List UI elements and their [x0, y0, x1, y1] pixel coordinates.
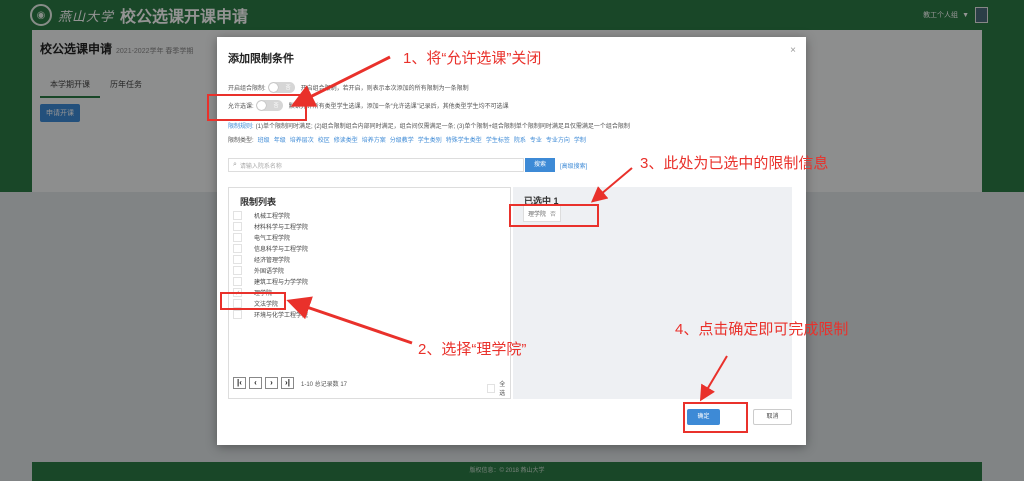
arrow-step3	[590, 167, 633, 203]
arrow-step1	[290, 55, 391, 107]
annotation-arrows	[286, 55, 728, 402]
arrow-step4	[699, 355, 728, 402]
arrow-step2	[286, 296, 413, 345]
